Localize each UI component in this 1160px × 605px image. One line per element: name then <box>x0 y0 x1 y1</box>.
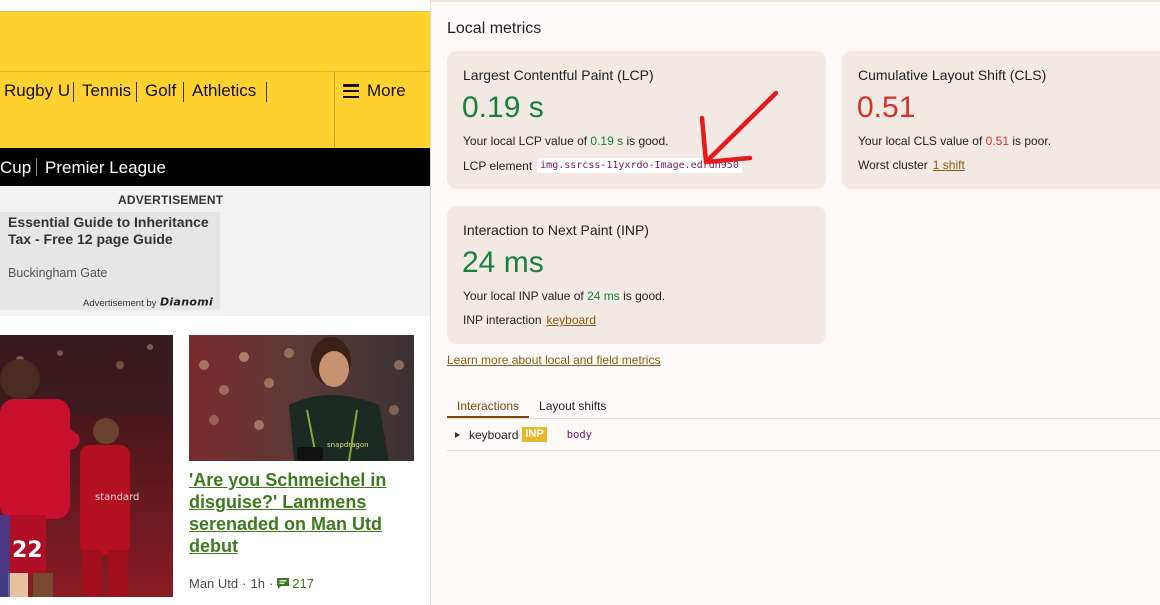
inp-desc-suffix: is good. <box>619 289 666 303</box>
devtools-top-border <box>431 0 1160 2</box>
tab-interactions[interactable]: Interactions <box>447 396 530 418</box>
lcp-desc-prefix: Your local LCP value of <box>463 134 591 148</box>
lcp-element-row: LCP element img.ssrcss-11yxrdo-Image.edr… <box>463 158 742 173</box>
inp-card: Interaction to Next Paint (INP) 24 ms Yo… <box>447 206 826 344</box>
cls-cluster-link[interactable]: 1 shift <box>933 158 965 172</box>
nav-separator <box>136 82 137 102</box>
tab-layout-shifts[interactable]: Layout shifts <box>529 396 616 418</box>
comments-link[interactable]: 217 <box>277 576 314 591</box>
inp-desc-prefix: Your local INP value of <box>463 289 588 303</box>
cls-desc-value: 0.51 <box>985 134 1009 148</box>
interaction-row[interactable]: keyboard INP body <box>447 419 1160 451</box>
subnav-link-premier-league[interactable]: Premier League <box>45 158 166 178</box>
hamburger-icon <box>343 84 359 98</box>
svg-text:Dianomi: Dianomi <box>160 296 213 307</box>
cls-value: 0.51 <box>857 91 916 124</box>
interaction-target[interactable]: body <box>567 429 592 441</box>
devtools-performance-panel: Local metrics Largest Contentful Paint (… <box>431 0 1160 605</box>
cls-card: Cumulative Layout Shift (CLS) 0.51 Your … <box>842 51 1160 189</box>
metrics-tabs: Interactions Layout shifts <box>447 396 616 418</box>
story-image-left[interactable]: standard 22 <box>0 335 173 597</box>
comment-icon <box>277 578 290 589</box>
nav-link-tennis[interactable]: Tennis <box>82 81 131 101</box>
story-image-right[interactable]: snapdragon <box>189 335 414 461</box>
advertisement-label: ADVERTISEMENT <box>118 193 224 207</box>
inp-title: Interaction to Next Paint (INP) <box>463 222 649 238</box>
lcp-value: 0.19 s <box>462 91 544 124</box>
story-section[interactable]: Man Utd <box>189 576 238 591</box>
dianomi-logo: Dianomi <box>160 296 213 309</box>
ad-source: Buckingham Gate <box>8 266 108 280</box>
svg-text:22: 22 <box>12 538 43 563</box>
nav-link-athletics[interactable]: Athletics <box>192 81 256 101</box>
lcp-element-selector[interactable]: img.ssrcss-11yxrdo-Image.edrdn950 <box>537 158 742 173</box>
lcp-title: Largest Contentful Paint (LCP) <box>463 67 654 83</box>
expand-triangle-icon[interactable] <box>455 431 460 438</box>
sport-nav: Rugby U Tennis Golf Athletics More <box>0 72 430 148</box>
story-meta: Man Utd · 1h · 217 <box>189 576 314 591</box>
cls-desc-suffix: is poor. <box>1009 134 1052 148</box>
nav-link-golf[interactable]: Golf <box>145 81 176 101</box>
footballer-red-kit-image: standard 22 <box>0 335 173 597</box>
lcp-card: Largest Contentful Paint (LCP) 0.19 s Yo… <box>447 51 826 189</box>
lcp-desc-value: 0.19 s <box>590 134 624 148</box>
website-viewport: Rugby U Tennis Golf Athletics More Cup P… <box>0 0 430 605</box>
svg-text:standard: standard <box>95 492 139 503</box>
svg-text:snapdragon: snapdragon <box>327 441 369 449</box>
cls-cluster-row: Worst cluster 1 shift <box>858 158 965 172</box>
subnav-separator <box>36 158 37 176</box>
more-label: More <box>367 81 406 100</box>
site-top-strip <box>0 0 430 12</box>
lcp-element-label: LCP element <box>463 158 533 173</box>
story-age: 1h <box>250 576 265 591</box>
cls-title: Cumulative Layout Shift (CLS) <box>858 67 1047 83</box>
story-headline-link[interactable]: 'Are you Schmeichel in disguise?' Lammen… <box>189 469 417 557</box>
learn-more-link[interactable]: Learn more about local and field metrics <box>447 353 660 367</box>
cls-description: Your local CLS value of 0.51 is poor. <box>858 134 1051 148</box>
cls-desc-prefix: Your local CLS value of <box>858 134 986 148</box>
inp-badge: INP <box>522 427 547 442</box>
nav-separator <box>266 82 267 102</box>
goalkeeper-image: snapdragon <box>189 335 414 461</box>
inp-desc-value: 24 ms <box>587 289 620 303</box>
advertisement-card[interactable]: Essential Guide to Inheritance Tax - Fre… <box>0 212 220 310</box>
lcp-desc-suffix: is good. <box>623 134 669 148</box>
nav-separator <box>73 82 74 102</box>
lcp-description: Your local LCP value of 0.19 s is good. <box>463 134 669 148</box>
football-subnav: Cup Premier League <box>0 148 430 186</box>
advertisement-zone: ADVERTISEMENT Essential Guide to Inherit… <box>0 186 430 316</box>
subnav-link-cup[interactable]: Cup <box>0 158 31 178</box>
ad-title[interactable]: Essential Guide to Inheritance Tax - Fre… <box>8 214 213 248</box>
cls-cluster-label: Worst cluster <box>858 158 928 172</box>
ad-attribution: Advertisement by Dianomi <box>83 296 214 310</box>
inp-interaction-link[interactable]: keyboard <box>547 313 596 327</box>
interaction-type: keyboard <box>469 427 519 442</box>
meta-separator: · <box>242 576 247 591</box>
inp-description: Your local INP value of 24 ms is good. <box>463 289 665 303</box>
ad-by-label: Advertisement by <box>83 298 157 309</box>
more-menu-button[interactable]: More <box>343 81 406 101</box>
nav-link-rugby-union[interactable]: Rugby U <box>4 81 70 101</box>
more-menu-container: More <box>334 72 430 148</box>
inp-interaction-row: INP interaction keyboard <box>463 313 596 327</box>
nav-separator <box>183 82 184 102</box>
local-metrics-heading: Local metrics <box>447 20 542 37</box>
inp-interaction-label: INP interaction <box>463 313 542 327</box>
comment-count: 217 <box>292 576 314 591</box>
meta-separator: · <box>268 576 274 591</box>
inp-value: 24 ms <box>462 246 544 279</box>
